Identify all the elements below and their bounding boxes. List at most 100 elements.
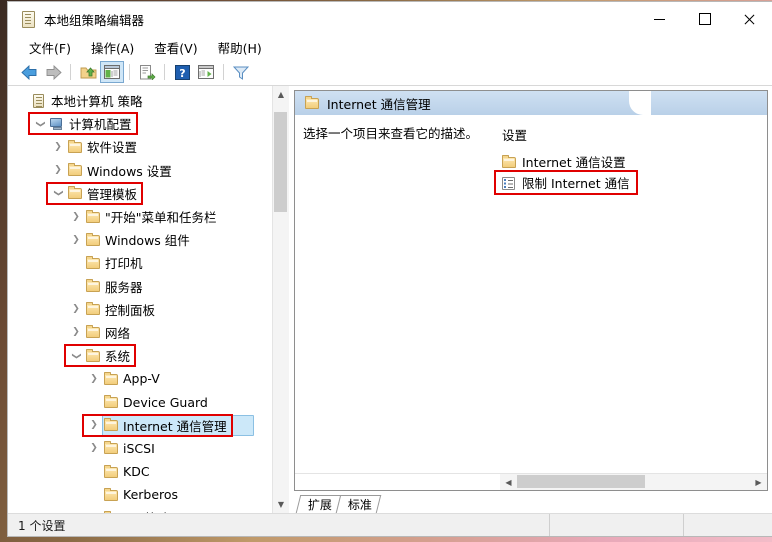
hscroll-thumb[interactable] bbox=[517, 475, 645, 488]
show-hide-tree-icon[interactable] bbox=[100, 61, 124, 83]
up-folder-icon[interactable] bbox=[76, 61, 100, 83]
tree-item-label: Device Guard bbox=[123, 394, 208, 410]
tree-item-label: Windows 设置 bbox=[87, 163, 172, 179]
chevron-right-icon[interactable]: ❯ bbox=[68, 209, 84, 225]
maximize-button[interactable] bbox=[682, 2, 727, 36]
chevron-right-icon[interactable]: ❯ bbox=[50, 139, 66, 155]
folder-icon bbox=[85, 324, 101, 340]
policy-document-icon bbox=[31, 93, 47, 109]
content-area: ❯本地计算机 策略❯计算机配置❯软件设置❯Windows 设置❯管理模板❯"开始… bbox=[8, 86, 772, 513]
folder-icon bbox=[85, 255, 101, 271]
tree-item[interactable]: ❯ 管理模板 bbox=[8, 182, 272, 205]
toolbar: ? bbox=[8, 59, 772, 86]
tree-vertical-scrollbar[interactable]: ▲ ▼ bbox=[272, 86, 289, 513]
menu-file[interactable]: 文件(F) bbox=[20, 36, 80, 59]
chevron-right-icon[interactable]: ❯ bbox=[86, 440, 102, 456]
details-horizontal-scrollbar[interactable]: ◀ ▶ bbox=[295, 473, 767, 490]
tree-item[interactable]: ❯打印机 bbox=[8, 251, 272, 274]
title-bar: 本地组策略编辑器 bbox=[8, 2, 772, 36]
tree-item[interactable]: ❯ iSCSI bbox=[8, 437, 272, 460]
menu-help[interactable]: 帮助(H) bbox=[209, 36, 271, 59]
tab-standard-label: 标准 bbox=[347, 498, 372, 512]
tree-item-label: 打印机 bbox=[105, 256, 143, 272]
tree-item-label: OS 策略 bbox=[123, 508, 170, 513]
svg-text:?: ? bbox=[179, 66, 185, 79]
policy-tree[interactable]: ❯本地计算机 策略❯计算机配置❯软件设置❯Windows 设置❯管理模板❯"开始… bbox=[8, 86, 272, 513]
minimize-button[interactable] bbox=[637, 2, 682, 36]
tree-item[interactable]: ❯ Windows 设置 bbox=[8, 159, 272, 182]
filter-icon[interactable] bbox=[229, 61, 253, 83]
tree-scroll-thumb[interactable] bbox=[274, 112, 287, 212]
help-icon[interactable]: ? bbox=[170, 61, 194, 83]
tree-item-label: App-V bbox=[123, 371, 160, 387]
menu-view[interactable]: 查看(V) bbox=[145, 36, 206, 59]
chevron-right-icon[interactable]: ❯ bbox=[68, 324, 84, 340]
chevron-down-icon[interactable]: ❯ bbox=[68, 348, 84, 364]
tree-item-label: Internet 通信管理 bbox=[123, 418, 227, 434]
maximize-icon bbox=[698, 13, 711, 25]
toolbar-separator bbox=[129, 64, 130, 80]
back-arrow-icon[interactable] bbox=[17, 61, 41, 83]
close-button[interactable] bbox=[727, 2, 772, 36]
tree-item[interactable]: ❯服务器 bbox=[8, 275, 272, 298]
tree-item[interactable]: ❯KDC bbox=[8, 460, 272, 483]
scroll-left-icon[interactable]: ◀ bbox=[500, 474, 517, 490]
policy-document-icon bbox=[20, 11, 36, 28]
tree-item-label: 服务器 bbox=[105, 279, 143, 295]
setting-description: 选择一个项目来查看它的描述。 bbox=[303, 126, 479, 141]
folder-icon bbox=[85, 301, 101, 317]
tree-item-label: Kerberos bbox=[123, 487, 179, 503]
tab-standard[interactable]: 标准 bbox=[335, 495, 382, 513]
chevron-right-icon[interactable]: ❯ bbox=[68, 301, 84, 317]
status-panel-2 bbox=[550, 514, 684, 536]
tree-item[interactable]: ❯本地计算机 策略 bbox=[8, 89, 272, 112]
close-icon bbox=[744, 14, 755, 25]
folder-icon bbox=[85, 348, 101, 364]
header-notch bbox=[629, 91, 651, 115]
chevron-right-icon[interactable]: ❯ bbox=[86, 371, 102, 387]
properties-icon[interactable] bbox=[194, 61, 218, 83]
view-tabs: 扩展 标准 bbox=[294, 491, 768, 513]
export-list-icon[interactable] bbox=[135, 61, 159, 83]
tree-item[interactable]: ❯ "开始"菜单和任务栏 bbox=[8, 205, 272, 228]
menu-action[interactable]: 操作(A) bbox=[82, 36, 143, 59]
folder-icon bbox=[67, 139, 83, 155]
settings-list[interactable]: 设置 Internet 通信设置 限制 Internet 通信 bbox=[490, 115, 767, 473]
chevron-right-icon[interactable]: ❯ bbox=[50, 162, 66, 178]
tree-item[interactable]: ❯ 控制面板 bbox=[8, 298, 272, 321]
scroll-down-icon[interactable]: ▼ bbox=[273, 496, 289, 513]
forward-arrow-icon[interactable] bbox=[41, 61, 65, 83]
tree-item[interactable]: ❯Kerberos bbox=[8, 483, 272, 506]
folder-icon bbox=[103, 464, 119, 480]
list-item-label: Internet 通信设置 bbox=[522, 155, 626, 170]
tree-item[interactable]: ❯ 网络 bbox=[8, 321, 272, 344]
list-item[interactable]: 限制 Internet 通信 bbox=[500, 172, 767, 193]
chevron-down-icon[interactable]: ❯ bbox=[32, 116, 48, 132]
tree-item-label: KDC bbox=[123, 464, 150, 480]
folder-icon bbox=[103, 394, 119, 410]
tree-item-label: 系统 bbox=[105, 349, 131, 365]
tab-extended[interactable]: 扩展 bbox=[295, 495, 342, 513]
tree-item[interactable]: ❯Device Guard bbox=[8, 390, 272, 413]
window-title: 本地组策略编辑器 bbox=[44, 12, 145, 28]
scroll-up-icon[interactable]: ▲ bbox=[273, 86, 289, 103]
chevron-down-icon[interactable]: ❯ bbox=[50, 185, 66, 201]
tree-item-label: 网络 bbox=[105, 325, 131, 341]
chevron-right-icon[interactable]: ❯ bbox=[86, 417, 102, 433]
list-item[interactable]: Internet 通信设置 bbox=[500, 151, 767, 172]
tree-item[interactable]: ❯ 计算机配置 bbox=[8, 112, 272, 135]
folder-icon bbox=[103, 371, 119, 387]
scroll-right-icon[interactable]: ▶ bbox=[750, 474, 767, 490]
hscroll-track[interactable] bbox=[517, 474, 750, 490]
status-text: 1 个设置 bbox=[8, 514, 550, 536]
tab-extended-label: 扩展 bbox=[307, 498, 332, 512]
tree-item[interactable]: ❯ 系统 bbox=[8, 344, 272, 367]
chevron-right-icon[interactable]: ❯ bbox=[68, 232, 84, 248]
tree-item[interactable]: ❯OS 策略 bbox=[8, 506, 272, 513]
tree-item[interactable]: ❯ Windows 组件 bbox=[8, 228, 272, 251]
tree-item[interactable]: ❯ Internet 通信管理 bbox=[8, 414, 272, 437]
folder-icon bbox=[85, 209, 101, 225]
tree-item-label: "开始"菜单和任务栏 bbox=[105, 210, 217, 226]
tree-item[interactable]: ❯ 软件设置 bbox=[8, 135, 272, 158]
tree-item[interactable]: ❯ App-V bbox=[8, 367, 272, 390]
